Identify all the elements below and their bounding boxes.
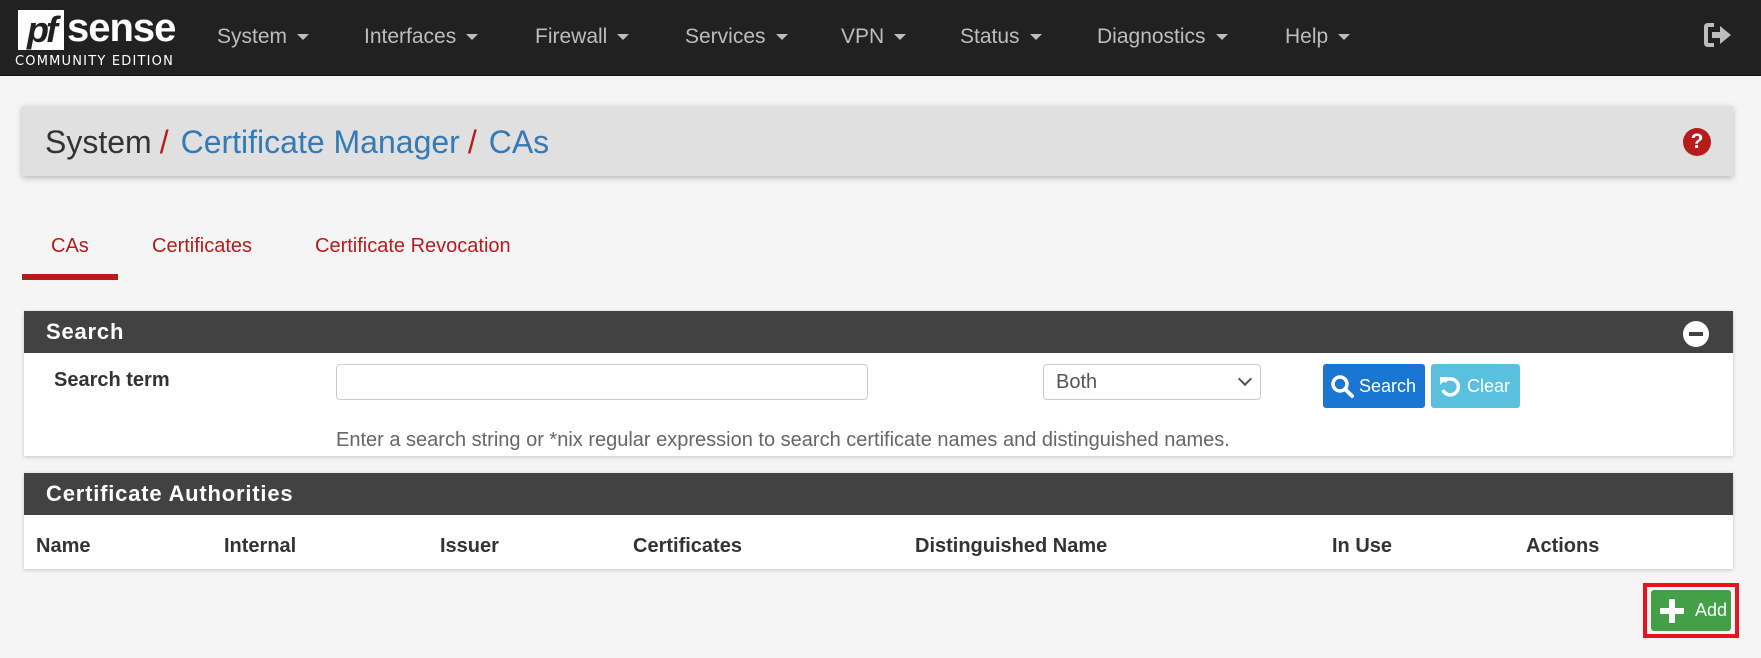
ca-panel-title: Certificate Authorities	[46, 481, 294, 506]
search-term-input[interactable]	[336, 364, 868, 400]
nav-label: Services	[685, 25, 766, 48]
search-scope-select[interactable]: Both	[1043, 364, 1261, 400]
clear-button[interactable]: Clear	[1431, 364, 1520, 408]
caret-down-icon	[1215, 34, 1228, 41]
caret-down-icon	[1338, 34, 1351, 41]
ca-panel-header: Certificate Authorities	[24, 473, 1733, 515]
help-icon[interactable]: ?	[1683, 128, 1711, 156]
plus-icon	[1660, 599, 1684, 623]
breadcrumb-system: System	[45, 124, 152, 160]
column-header-actions: Actions	[1526, 535, 1600, 557]
search-scope-value: Both	[1056, 371, 1098, 393]
search-button[interactable]: Search	[1323, 364, 1425, 408]
column-header-distinguished-name[interactable]: Distinguished Name	[915, 535, 1107, 558]
logo-pf-mark: pf	[18, 10, 64, 50]
nav-label: Help	[1285, 25, 1329, 48]
column-header-internal[interactable]: Internal	[224, 535, 296, 558]
search-hint: Enter a search string or *nix regular ex…	[336, 429, 1230, 451]
tab-cas[interactable]: CAs	[22, 226, 118, 280]
certificate-authorities-panel: Certificate Authorities Name Internal Is…	[24, 473, 1733, 569]
search-panel: Search Search term Both Search Clear Ent…	[24, 311, 1733, 456]
breadcrumb-bar: System / Certificate Manager / CAs ?	[22, 106, 1733, 176]
nav-label: VPN	[841, 25, 885, 48]
chevron-down-icon	[1237, 371, 1253, 387]
breadcrumb-cas[interactable]: CAs	[489, 124, 549, 160]
caret-down-icon	[1029, 34, 1042, 41]
nav-label: System	[217, 25, 288, 48]
clear-button-label: Clear	[1467, 376, 1511, 396]
column-header-certificates[interactable]: Certificates	[633, 535, 742, 558]
undo-icon	[1440, 377, 1461, 397]
breadcrumb: System / Certificate Manager / CAs	[45, 122, 549, 162]
tab-certificates[interactable]: Certificates	[123, 226, 281, 280]
nav-label: Diagnostics	[1097, 25, 1206, 48]
nav-vpn[interactable]: VPN	[841, 24, 907, 50]
caret-down-icon	[775, 34, 788, 41]
logout-button[interactable]	[1703, 22, 1733, 48]
breadcrumb-separator: /	[467, 124, 477, 160]
minus-circle-icon[interactable]	[1683, 321, 1709, 347]
caret-down-icon	[894, 34, 907, 41]
caret-down-icon	[466, 34, 479, 41]
nav-label: Interfaces	[364, 25, 457, 48]
tab-certificate-revocation[interactable]: Certificate Revocation	[286, 226, 540, 280]
pfsense-logo[interactable]: pf sense COMMUNITY EDITION	[15, 6, 176, 70]
column-header-name[interactable]: Name	[36, 535, 90, 558]
search-panel-header: Search	[24, 311, 1733, 353]
nav-status[interactable]: Status	[960, 24, 1042, 50]
column-header-in-use[interactable]: In Use	[1332, 535, 1392, 558]
nav-label: Status	[960, 25, 1020, 48]
search-panel-title: Search	[46, 319, 125, 344]
search-icon	[1331, 375, 1354, 398]
nav-help[interactable]: Help	[1285, 24, 1351, 50]
breadcrumb-certificate-manager[interactable]: Certificate Manager	[181, 124, 460, 160]
top-navbar: pf sense COMMUNITY EDITION System Interf…	[0, 0, 1761, 76]
search-term-label: Search term	[54, 369, 170, 391]
breadcrumb-separator: /	[159, 124, 169, 160]
column-header-issuer[interactable]: Issuer	[440, 535, 499, 558]
nav-interfaces[interactable]: Interfaces	[364, 24, 479, 50]
nav-diagnostics[interactable]: Diagnostics	[1097, 24, 1228, 50]
add-button-highlight: Add	[1643, 583, 1739, 638]
nav-services[interactable]: Services	[685, 24, 788, 50]
search-button-label: Search	[1359, 376, 1417, 396]
logo-wordmark: sense	[67, 6, 176, 50]
caret-down-icon	[617, 34, 630, 41]
add-button[interactable]: Add	[1651, 590, 1731, 631]
nav-system[interactable]: System	[217, 24, 310, 50]
logo-edition: COMMUNITY EDITION	[15, 54, 175, 69]
add-button-label: Add	[1695, 600, 1728, 620]
sign-out-icon	[1704, 23, 1731, 47]
nav-label: Firewall	[535, 25, 608, 48]
nav-firewall[interactable]: Firewall	[535, 24, 630, 50]
caret-down-icon	[297, 34, 310, 41]
